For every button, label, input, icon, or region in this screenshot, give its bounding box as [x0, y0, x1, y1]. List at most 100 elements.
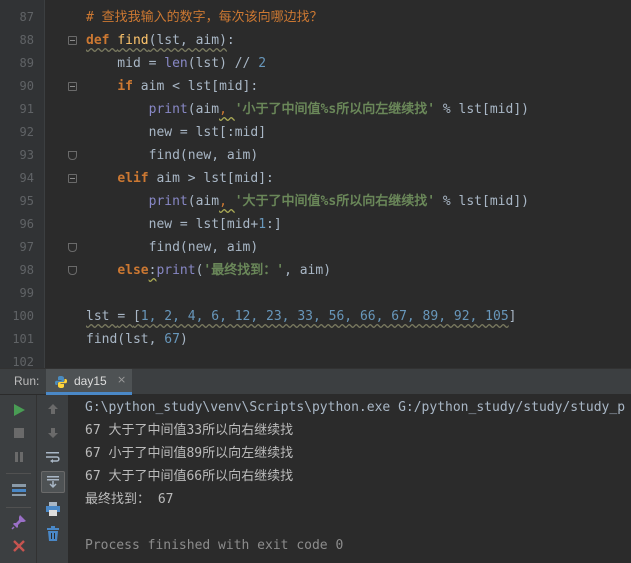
code-token: (lst, aim)	[148, 33, 227, 48]
code-line[interactable]: new = lst[:mid]	[86, 121, 266, 144]
console-line: Process finished with exit code 0	[85, 538, 344, 553]
console-line: G:\python_study\venv\Scripts\python.exe …	[85, 400, 626, 415]
code-token: find(lst,	[86, 332, 165, 347]
line-number: 90	[19, 79, 34, 93]
code-line[interactable]: print(aim, '小于了中间值%s所以向左继续找' % lst[mid])	[86, 98, 529, 121]
code-editor[interactable]: 87 88 89 90 91 92 93 94 95 96 97 98 99 100 101 102 # 查找…	[0, 0, 631, 368]
pause-icon[interactable]	[8, 446, 30, 468]
code-line[interactable]: print(aim, '大于了中间值%s所以向右继续找' % lst[mid])	[86, 190, 529, 213]
toolbar-separator	[6, 473, 31, 474]
up-arrow-icon[interactable]	[42, 398, 64, 420]
trash-icon[interactable]	[42, 523, 64, 545]
code-token: '最终找到：'	[203, 263, 285, 278]
line-number: 100	[12, 309, 34, 323]
code-token: =	[179, 217, 196, 232]
code-token: ]	[508, 309, 517, 324]
code-token: new	[86, 125, 180, 140]
python-icon	[55, 376, 67, 388]
dump-threads-icon[interactable]	[8, 479, 30, 501]
code-line[interactable]: if aim < lst[mid]:	[86, 75, 258, 98]
fold-marker-icon[interactable]	[68, 174, 77, 183]
pin-icon[interactable]	[8, 511, 30, 533]
console-output[interactable]: G:\python_study\venv\Scripts\python.exe …	[85, 395, 631, 563]
code-token: print	[148, 194, 188, 209]
console-line: 67 小于了中间值89所以向左继续找	[85, 446, 294, 461]
code-token: :	[226, 33, 235, 48]
code-token: aim < lst[mid]:	[140, 79, 259, 94]
fold-marker-icon[interactable]	[68, 266, 77, 275]
code-token: %	[442, 102, 459, 117]
fold-marker-icon[interactable]	[68, 82, 77, 91]
code-line[interactable]: elif aim > lst[mid]:	[86, 167, 274, 190]
code-token: '大于了中间值%s所以向右继续找'	[234, 194, 443, 209]
code-token: =	[179, 125, 196, 140]
code-token: lst[mid])	[458, 194, 529, 209]
code-line[interactable]: new = lst[mid+1:]	[86, 213, 282, 236]
code-token: [	[132, 309, 141, 324]
line-number: 96	[19, 217, 34, 231]
code-token: print	[156, 263, 196, 278]
print-icon[interactable]	[42, 498, 64, 520]
code-token: ,	[219, 194, 235, 209]
code-line[interactable]: find(lst, 67)	[86, 328, 188, 351]
code-token: find	[117, 33, 149, 48]
scroll-to-end-icon[interactable]	[41, 471, 65, 493]
line-number: 94	[19, 171, 34, 185]
fold-marker-icon[interactable]	[68, 36, 77, 45]
code-token: //	[234, 56, 259, 71]
close-icon[interactable]	[8, 535, 30, 557]
line-number: 89	[19, 56, 34, 70]
code-token: lst	[86, 309, 118, 324]
code-token: ,	[219, 102, 235, 117]
code-token: 67	[164, 332, 180, 347]
code-line[interactable]: find(new, aim)	[86, 144, 259, 167]
code-token: find(new, aim)	[86, 240, 259, 255]
run-config-tab[interactable]: day15 ×	[46, 369, 132, 395]
line-number-gutter: 87 88 89 90 91 92 93 94 95 96 97 98 99 100 101 102	[0, 0, 44, 368]
code-token: lst[:mid]	[195, 125, 267, 140]
line-number: 97	[19, 240, 34, 254]
run-actions-toolbar	[0, 395, 37, 563]
code-line[interactable]: else:print('最终找到：', aim)	[86, 259, 331, 282]
close-icon[interactable]: ×	[117, 373, 126, 386]
code-token: new	[86, 217, 180, 232]
code-token: 1	[258, 217, 267, 232]
code-line[interactable]: # 查找我输入的数字，每次该向哪边找？	[86, 6, 323, 29]
line-number: 92	[19, 125, 34, 139]
fold-marker-icon[interactable]	[68, 151, 77, 160]
console-line: 67 大于了中间值66所以向右继续找	[85, 469, 294, 484]
code-line[interactable]: lst = [1, 2, 4, 6, 12, 23, 33, 56, 66, 6…	[86, 305, 516, 328]
line-number: 101	[12, 332, 34, 346]
run-tool-window-header: Run: day15 ×	[0, 368, 631, 395]
toolbar-separator	[6, 507, 31, 508]
code-line[interactable]: mid = len(lst) // 2	[86, 52, 266, 75]
run-label: Run:	[14, 374, 40, 388]
soft-wrap-icon[interactable]	[42, 446, 64, 468]
code-token: =	[117, 309, 133, 324]
line-number: 98	[19, 263, 34, 277]
down-arrow-icon[interactable]	[42, 422, 64, 444]
code-line[interactable]: def find(lst, aim):	[86, 29, 235, 52]
line-number: 99	[19, 286, 34, 300]
run-icon[interactable]	[8, 399, 30, 421]
code-token: aim > lst[mid]:	[156, 171, 274, 186]
code-token: (aim	[187, 194, 220, 209]
code-token: # 查找我输入的数字，每次该向哪边找？	[86, 10, 323, 25]
console-actions-toolbar	[37, 395, 69, 563]
code-token: , aim)	[284, 263, 332, 278]
code-token: len	[164, 56, 188, 71]
code-token: =	[148, 56, 165, 71]
code-line[interactable]: find(new, aim)	[86, 236, 259, 259]
fold-marker-icon[interactable]	[68, 243, 77, 252]
line-number: 102	[12, 355, 34, 368]
code-token: )	[179, 332, 188, 347]
line-number: 88	[19, 33, 34, 47]
line-number: 95	[19, 194, 34, 208]
code-token: def	[86, 33, 118, 48]
code-token: print	[148, 102, 188, 117]
stop-icon[interactable]	[8, 422, 30, 444]
